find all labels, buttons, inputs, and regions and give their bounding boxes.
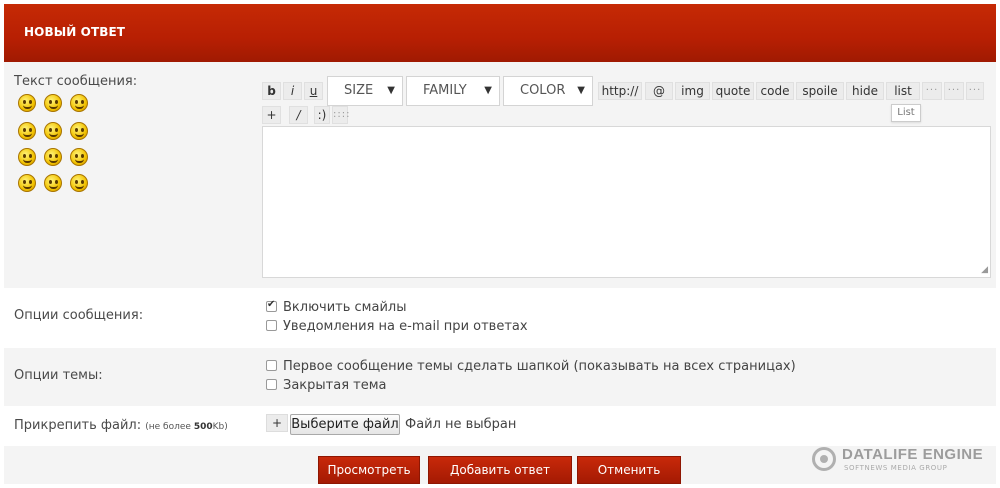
smile-wink-icon[interactable] [44,174,62,192]
more-button-2[interactable]: ··· [944,82,964,100]
notify-checkbox-label: Уведомления на e-mail при ответах [283,319,528,334]
smile-icon[interactable] [70,122,88,140]
message-options-row [4,288,996,348]
dle-logo-icon [812,447,836,471]
attach-hint: (не более 500Kb) [145,422,227,432]
smile-laugh-icon[interactable] [44,94,62,112]
smile-surprised-icon[interactable] [70,148,88,166]
italic-button[interactable]: i [283,82,302,100]
choose-file-button[interactable]: Выберите файл [290,414,400,435]
chevron-down-icon: ▼ [387,85,395,96]
option-notify[interactable]: Уведомления на e-mail при ответах [266,319,528,334]
notify-checkbox[interactable] [266,320,277,331]
chevron-down-icon: ▼ [577,85,585,96]
color-select[interactable]: COLOR ▼ [503,76,593,106]
quote-button[interactable]: quote [712,82,754,100]
list-button[interactable]: list [886,82,920,100]
option-closed[interactable]: Закрытая тема [266,378,387,393]
sticky-checkbox-label: Первое сообщение темы сделать шапкой (по… [283,359,796,374]
preview-button[interactable]: Просмотреть [318,456,420,484]
message-label: Текст сообщения: [14,74,138,89]
brand-name: DATALIFE ENGINE [842,446,984,463]
attach-hint-size: 500 [193,422,213,432]
smile-angry-icon[interactable] [18,94,36,112]
attach-label: Прикрепить файл: (не более 500Kb) [14,418,228,433]
message-textarea[interactable]: ◢ [262,126,991,278]
link-button[interactable]: http:// [598,82,642,100]
more-button-1[interactable]: ··· [922,82,942,100]
option-smiles[interactable]: Включить смайлы [266,299,407,315]
list-tooltip: List [891,104,921,122]
smile-sleepy-icon[interactable] [70,174,88,192]
smiles-checkbox-label: Включить смайлы [283,300,407,315]
img-button[interactable]: img [675,82,710,100]
smile-scared-icon[interactable] [18,122,36,140]
brand-sub: SOFTNEWS MEDIA GROUP [844,464,948,472]
more-button-3[interactable]: ··· [966,82,984,100]
underline-button[interactable]: u [304,82,323,100]
color-select-value: COLOR [520,83,566,98]
attach-hint-prefix: (не более [145,422,194,432]
resize-grip-icon[interactable]: ◢ [981,266,988,275]
smile-tongue-icon[interactable] [18,174,36,192]
smile-sad-icon[interactable] [18,148,36,166]
sticky-checkbox[interactable] [266,360,277,371]
bold-button[interactable]: b [262,82,281,100]
topic-options-label: Опции темы: [14,368,103,383]
smile-closed-icon[interactable] [44,122,62,140]
attach-hint-suffix: Kb) [212,422,228,432]
spoiler-button[interactable]: spoile [796,82,844,100]
form-header: НОВЫЙ ОТВЕТ [4,4,996,62]
file-status: Файл не выбран [405,417,517,432]
size-select-value: SIZE [344,83,374,98]
message-options-label: Опции сообщения: [14,308,144,323]
datalife-engine-logo: DATALIFE ENGINE SOFTNEWS MEDIA GROUP [812,444,988,478]
closed-checkbox-label: Закрытая тема [283,378,387,393]
smiles-checkbox[interactable] [266,299,277,312]
reply-form: НОВЫЙ ОТВЕТ Текст сообщения: b i u SIZE … [4,4,996,484]
add-file-button[interactable]: + [266,414,288,432]
option-sticky[interactable]: Первое сообщение темы сделать шапкой (по… [266,359,796,374]
family-select[interactable]: FAMILY ▼ [406,76,500,106]
more-button-4[interactable]: :::: [332,106,349,124]
chevron-down-icon: ▼ [484,85,492,96]
smile-happy-icon[interactable] [44,148,62,166]
plus-button[interactable]: + [262,106,281,124]
code-button[interactable]: code [756,82,794,100]
slash-button[interactable]: / [289,106,308,124]
cancel-button[interactable]: Отменить [577,456,681,484]
email-button[interactable]: @ [645,82,673,100]
topic-options-row [4,348,996,406]
smiley-button[interactable]: :) [314,106,330,124]
closed-checkbox[interactable] [266,379,277,390]
size-select[interactable]: SIZE ▼ [327,76,403,106]
submit-button[interactable]: Добавить ответ [428,456,572,484]
page-title: НОВЫЙ ОТВЕТ [24,25,126,39]
family-select-value: FAMILY [423,83,467,98]
smile-cool-icon[interactable] [70,94,88,112]
attach-label-text: Прикрепить файл: [14,418,142,433]
hide-button[interactable]: hide [846,82,884,100]
